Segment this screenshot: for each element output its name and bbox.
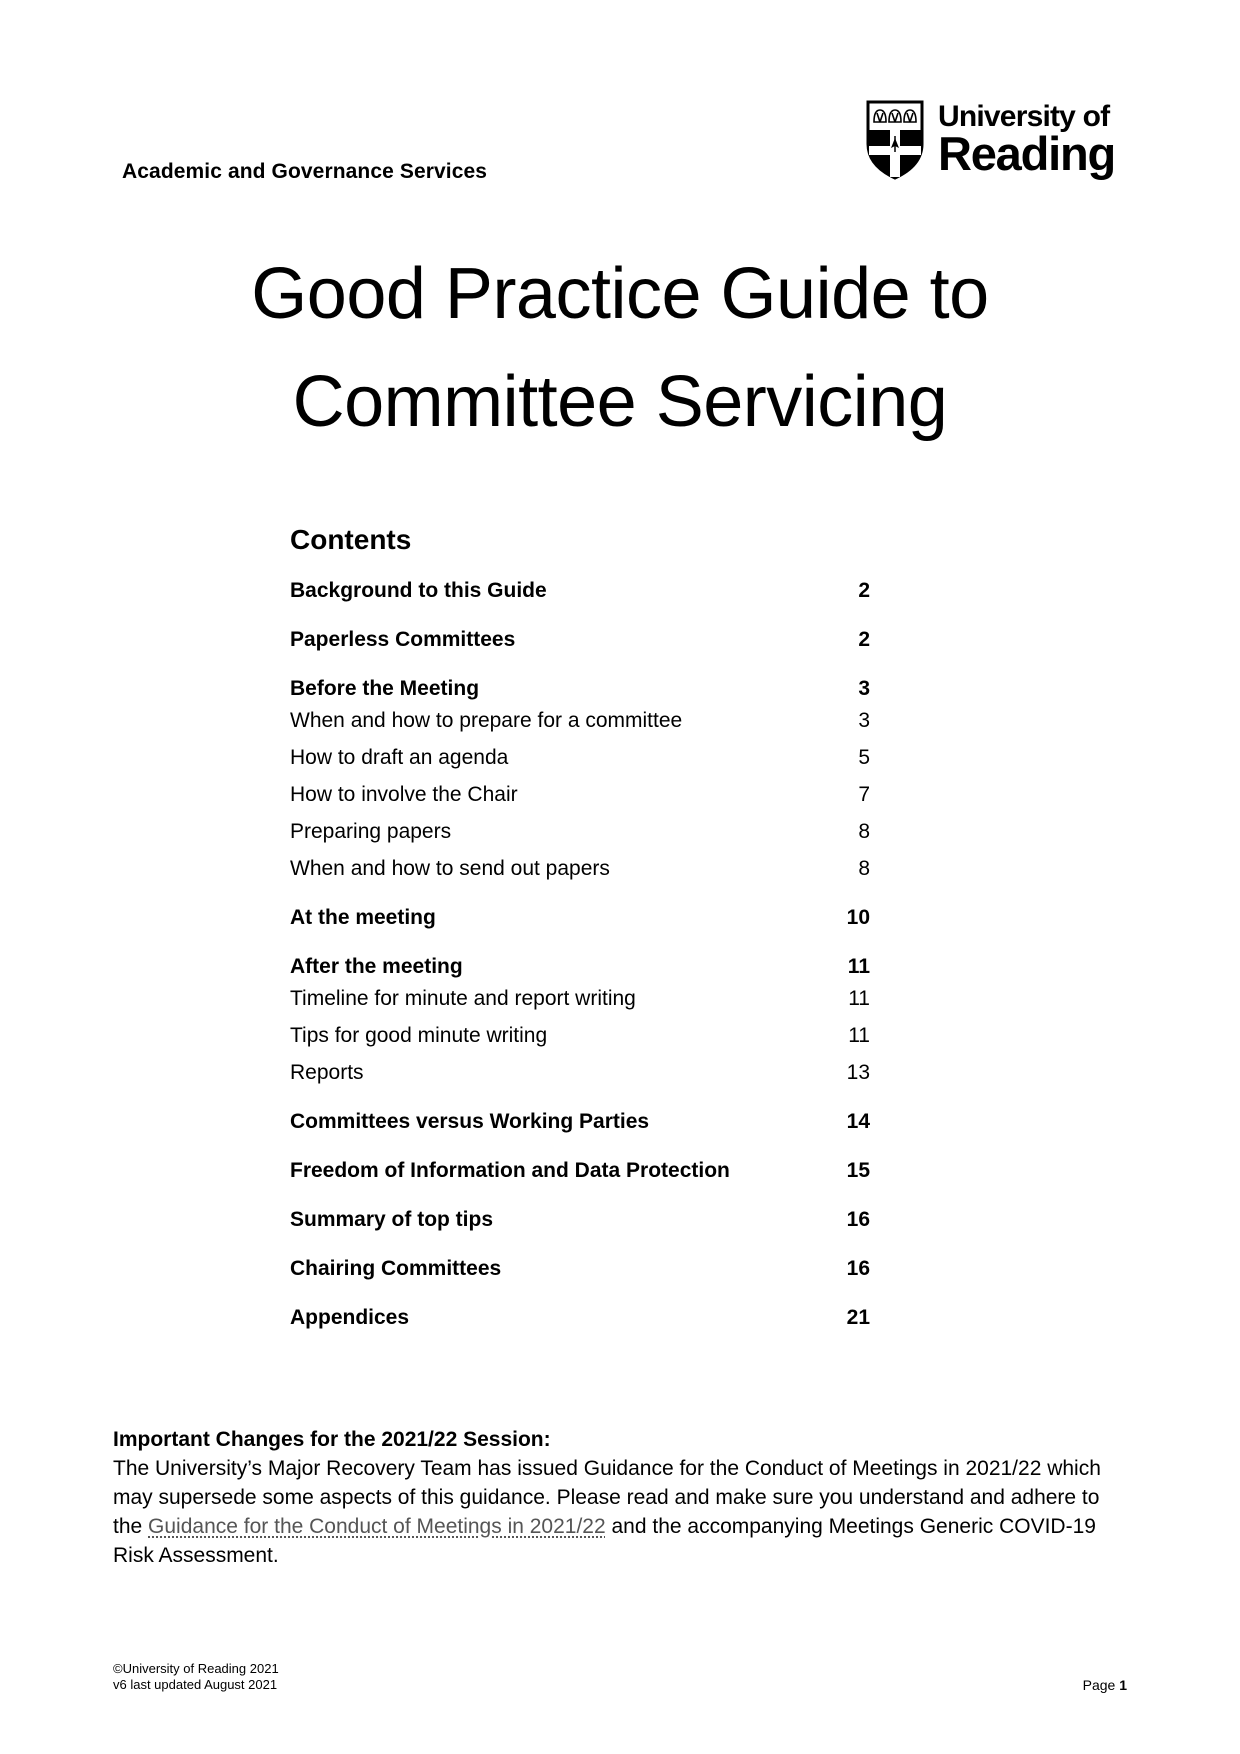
toc-entry-page: 8 — [858, 857, 870, 880]
guidance-link[interactable]: Guidance for the Conduct of Meetings in … — [148, 1515, 606, 1538]
logo-text-line2: Reading — [938, 127, 1116, 180]
toc-entry-page: 21 — [846, 1306, 870, 1329]
toc-entry-page: 3 — [858, 709, 870, 732]
page-number: Page 1 — [1083, 1677, 1127, 1693]
toc-subentry[interactable]: Reports 13 — [290, 1054, 870, 1091]
table-of-contents: Contents Background to this Guide 2 Pape… — [290, 522, 870, 1336]
toc-entry-page: 11 — [848, 1024, 870, 1047]
toc-entry-label: At the meeting — [290, 906, 436, 929]
toc-entry-page: 15 — [846, 1159, 870, 1182]
notice-heading: Important Changes for the 2021/22 Sessio… — [113, 1428, 551, 1451]
page-number-value: 1 — [1119, 1677, 1127, 1693]
toc-subentry[interactable]: Preparing papers 8 — [290, 813, 870, 850]
toc-entry-label: Appendices — [290, 1306, 410, 1329]
document-page: Academic and Governance Services Univers… — [0, 0, 1240, 1754]
toc-entry-page: 5 — [858, 746, 870, 769]
toc-subentry[interactable]: How to draft an agenda 5 — [290, 739, 870, 776]
toc-entry-page: 16 — [846, 1208, 870, 1231]
toc-entry-label: Freedom of Information and Data Protecti… — [290, 1159, 730, 1182]
notice-body: The University’s Major Recovery Team has… — [113, 1454, 1133, 1570]
toc-entry-label: Reports — [290, 1061, 364, 1084]
toc-entry-page: 10 — [846, 906, 870, 929]
contents-heading: Contents — [290, 524, 412, 555]
footer-version: v6 last updated August 2021 — [113, 1677, 278, 1692]
toc-entry-page: 13 — [846, 1061, 870, 1084]
toc-subentry[interactable]: How to involve the Chair 7 — [290, 776, 870, 813]
toc-entry-page: 2 — [858, 628, 870, 651]
toc-subentry[interactable]: When and how to prepare for a committee … — [290, 702, 870, 739]
toc-entry-label: Chairing Committees — [290, 1257, 502, 1280]
document-title-line2: Committee Servicing — [292, 362, 948, 442]
toc-entry-page: 14 — [846, 1110, 870, 1133]
toc-subentry[interactable]: When and how to send out papers 8 — [290, 850, 870, 887]
toc-entry-label: Paperless Committees — [290, 628, 516, 651]
toc-entry-page: 16 — [846, 1257, 870, 1280]
important-changes-notice: Important Changes for the 2021/22 Sessio… — [113, 1425, 1133, 1570]
toc-subentry[interactable]: Timeline for minute and report writing 1… — [290, 980, 870, 1017]
page-label: Page — [1082, 1677, 1116, 1693]
toc-entry-label: Committees versus Working Parties — [290, 1110, 650, 1133]
toc-entry[interactable]: Summary of top tips 16 — [290, 1201, 870, 1238]
toc-entry[interactable]: Chairing Committees 16 — [290, 1250, 870, 1287]
toc-entry[interactable]: Committees versus Working Parties 14 — [290, 1103, 870, 1140]
toc-subentry[interactable]: Tips for good minute writing 11 — [290, 1017, 870, 1054]
university-crest-icon — [866, 100, 924, 180]
toc-entry[interactable]: Freedom of Information and Data Protecti… — [290, 1152, 870, 1189]
document-title-line1: Good Practice Guide to — [251, 254, 989, 334]
toc-entry-label: Background to this Guide — [290, 579, 547, 602]
toc-entry[interactable]: Paperless Committees 2 — [290, 621, 870, 658]
toc-entry-page: 2 — [858, 579, 870, 602]
toc-entry-label: How to involve the Chair — [290, 783, 518, 806]
toc-entry-page: 7 — [858, 783, 870, 806]
university-logo: University of Reading — [866, 100, 1116, 180]
toc-entry-label: Summary of top tips — [290, 1208, 494, 1231]
toc-entry-label: Preparing papers — [290, 820, 452, 843]
toc-entry-label: Timeline for minute and report writing — [290, 987, 636, 1010]
toc-entry[interactable]: Background to this Guide 2 — [290, 572, 870, 609]
toc-entry[interactable]: Appendices 21 — [290, 1299, 870, 1336]
toc-entry-page: 11 — [848, 987, 870, 1010]
toc-entry-label: Tips for good minute writing — [290, 1024, 548, 1047]
footer-copyright: ©University of Reading 2021 — [113, 1661, 279, 1676]
department-name: Academic and Governance Services — [122, 160, 488, 183]
toc-entry-label: When and how to prepare for a committee — [290, 709, 683, 732]
toc-entry[interactable]: At the meeting 10 — [290, 899, 870, 936]
toc-entry-label: How to draft an agenda — [290, 746, 509, 769]
toc-entry-label: When and how to send out papers — [290, 857, 610, 880]
toc-entry-page: 8 — [858, 820, 870, 843]
footer-left: ©University of Reading 2021 v6 last upda… — [113, 1661, 279, 1693]
